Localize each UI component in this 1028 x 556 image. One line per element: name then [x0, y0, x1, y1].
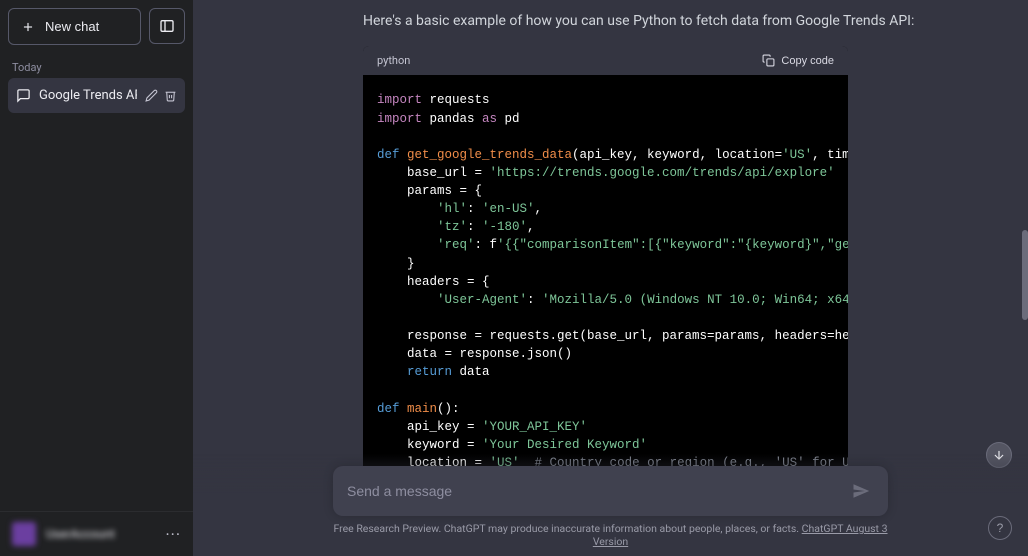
send-icon: [852, 482, 870, 500]
chat-icon: [16, 88, 31, 103]
input-bar-wrap: Free Research Preview. ChatGPT may produ…: [193, 454, 1028, 556]
input-bar: [333, 466, 888, 516]
page-scrollbar[interactable]: [1022, 0, 1028, 556]
chat-item-actions: [145, 89, 177, 102]
delete-icon[interactable]: [164, 89, 177, 102]
main: Here's a basic example of how you can us…: [193, 0, 1028, 556]
send-button[interactable]: [848, 478, 874, 504]
sidebar-section-label: Today: [0, 53, 193, 78]
chat-list: Google Trends API Gui: [0, 78, 193, 113]
edit-icon[interactable]: [145, 89, 158, 102]
username: UserAccount: [46, 527, 155, 541]
footer-text: Free Research Preview. ChatGPT may produ…: [333, 516, 888, 548]
message-input[interactable]: [347, 483, 848, 499]
sidebar-toggle-button[interactable]: [149, 8, 185, 44]
new-chat-button[interactable]: New chat: [8, 8, 141, 45]
code-header: python Copy code: [363, 46, 848, 75]
more-icon[interactable]: ···: [165, 525, 181, 544]
sidebar: New chat Today Google Trends API Gui: [0, 0, 193, 556]
code-block: python Copy code import requests import …: [363, 46, 848, 506]
avatar: [12, 522, 36, 546]
copy-code-button[interactable]: Copy code: [762, 54, 834, 67]
clipboard-icon: [762, 54, 775, 67]
plus-icon: [21, 20, 35, 34]
chat-item[interactable]: Google Trends API Gui: [8, 78, 185, 113]
code-body[interactable]: import requests import pandas as pd def …: [363, 75, 848, 506]
footer-pre: Free Research Preview. ChatGPT may produ…: [333, 522, 801, 535]
message-intro: Here's a basic example of how you can us…: [363, 10, 1028, 32]
sidebar-bottom[interactable]: UserAccount ···: [0, 511, 193, 556]
code-lang: python: [377, 54, 410, 67]
help-button[interactable]: ?: [988, 516, 1012, 540]
scrollbar-thumb[interactable]: [1022, 230, 1028, 320]
copy-code-label: Copy code: [781, 55, 834, 67]
chat-item-title: Google Trends API Gui: [39, 88, 137, 103]
new-chat-label: New chat: [45, 19, 99, 34]
question-icon: ?: [997, 521, 1004, 535]
panel-icon: [159, 18, 175, 34]
sidebar-top: New chat: [0, 0, 193, 53]
